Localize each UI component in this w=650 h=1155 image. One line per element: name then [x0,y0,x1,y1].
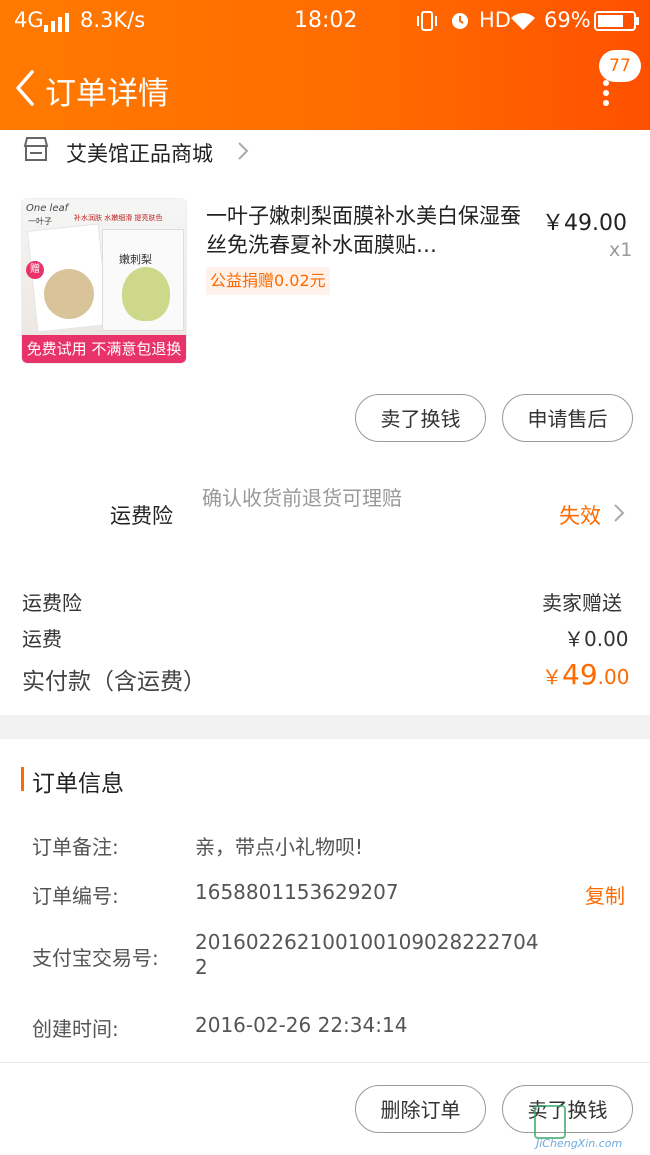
charity-tag: 公益捐赠0.02元 [206,267,330,295]
delete-order-button[interactable]: 删除订单 [355,1085,486,1133]
order-id-label: 订单编号: [32,884,119,908]
insurance-status: 失效 [559,504,601,528]
promo-banner: 免费试用 不满意包退换 [22,335,186,363]
bottom-divider [0,1062,650,1063]
battery-percent: 69% [544,8,591,32]
feature-item: 提亮肤色 [134,214,163,222]
alipay-value-line1: 201602262100100109028222704 [195,930,539,954]
clock: 18:02 [294,8,358,33]
watermark: JiChengXin.com [534,1105,644,1151]
message-count-badge: 77 [599,50,641,82]
shop-name: 艾美馆正品商城 [66,142,213,166]
product-title[interactable]: 一叶子嫩刺梨面膜补水美白保湿蚕丝免洗春夏补水面膜贴… [206,202,524,260]
back-arrow-icon[interactable] [10,66,50,110]
copy-button[interactable]: 复制 [585,880,625,909]
created-value: 2016-02-26 22:34:14 [195,1013,408,1037]
shop-row[interactable]: 艾美馆正品商城 [0,130,650,174]
paid-label: 实付款（含运费） [22,669,206,695]
product-quantity: x1 [609,239,633,261]
note-label: 订单备注: [32,835,119,859]
paid-int: 49 [562,658,598,691]
order-id-value: 1658801153629207 [195,880,399,904]
after-sale-button[interactable]: 申请售后 [502,394,633,442]
chevron-right-icon [238,142,249,160]
feature-item: 补水润肤 [74,214,102,222]
summary-insurance-label: 运费险 [22,591,82,615]
brand-logo: One leaf [26,203,69,214]
hd-indicator: HD [479,8,511,32]
insurance-label: 运费险 [110,504,173,528]
order-info-title: 订单信息 [32,771,124,797]
more-menu-icon[interactable] [598,80,616,106]
feature-item: 水嫩细滑 [104,214,133,222]
paid-currency: ￥ [542,665,562,689]
paid-dec: .00 [597,665,630,689]
app-header: 4G 8.3K/s 18:02 HD 69% 订单详情 77 [0,0,650,130]
product-price: ￥49.00 [542,211,627,236]
shop-icon [23,137,49,161]
insurance-row[interactable]: 运费险 确认收货前退货可理赔 失效 [0,476,650,552]
insurance-desc: 确认收货前退货可理赔 [202,486,402,510]
section-divider [0,715,650,739]
alipay-label: 支付宝交易号: [32,946,159,970]
created-label: 创建时间: [32,1017,119,1041]
summary-insurance-value: 卖家赠送 [542,591,622,615]
chevron-right-icon [614,504,625,522]
vibrate-icon [417,11,437,31]
page-title: 订单详情 [45,76,169,112]
gift-tag: 赠 [26,261,44,279]
pear-image [44,269,94,319]
shipping-label: 运费 [22,627,62,651]
alarm-icon [452,13,468,29]
brand-cn: 一叶子 [28,217,52,226]
alipay-value-line2: 2 [195,955,208,979]
section-accent-bar [21,767,24,791]
signal-icon [44,13,69,32]
watermark-text: JiChengXin.com [536,1137,623,1150]
pear-image-front [122,267,170,321]
network-type: 4G [14,8,44,32]
wifi-icon [511,13,535,30]
battery-icon [594,11,639,31]
note-value: 亲，带点小礼物呗! [195,835,364,859]
sell-button[interactable]: 卖了换钱 [355,394,486,442]
product-image[interactable]: One leaf 一叶子 补水润肤 水嫩细滑 提亮肤色 嫩刺梨 赠 免费试用 不… [21,198,187,364]
shipping-value: ￥0.00 [564,627,629,651]
paid-amount: ￥49.00 [542,658,629,691]
watermark-logo-icon [534,1105,566,1139]
product-name-on-pack: 嫩刺梨 [119,253,152,266]
network-speed: 8.3K/s [80,8,146,32]
feature-list: 补水润肤 水嫩细滑 提亮肤色 [74,213,184,223]
